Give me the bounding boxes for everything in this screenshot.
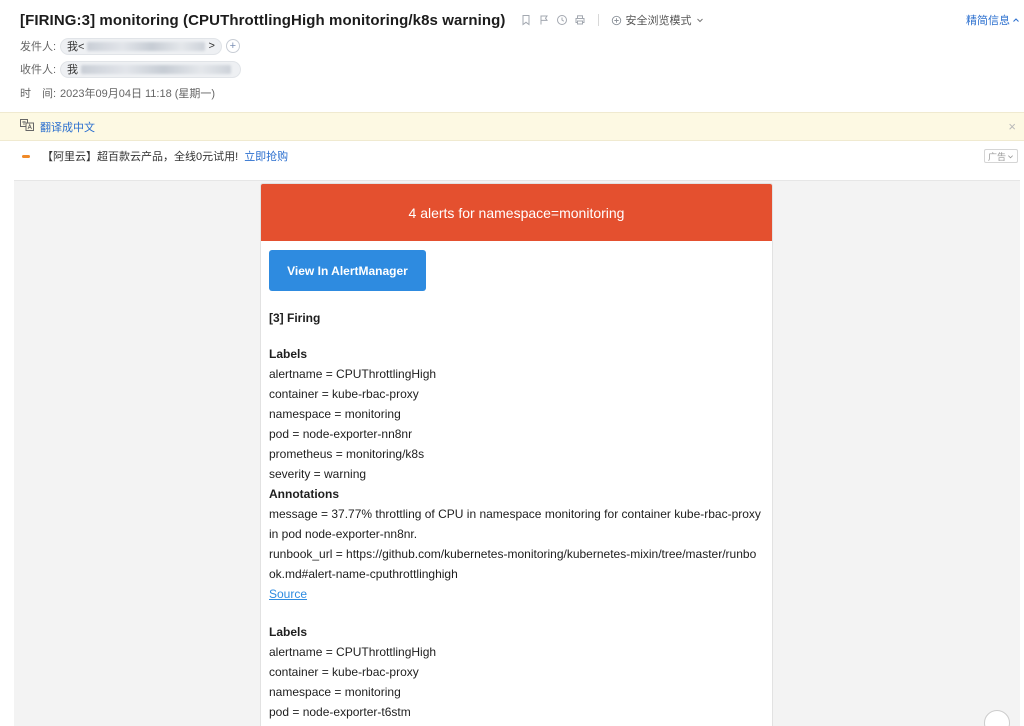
source-link[interactable]: Source [269,587,307,601]
annotation-runbook-url: runbook_url = https://github.com/kuberne… [269,547,757,581]
recipient-chip[interactable]: 我 [60,60,241,78]
recipient-label: 收件人: [20,64,57,76]
safe-browse-label: 安全浏览模式 [625,15,692,27]
sender-chip[interactable]: 我< > [60,37,222,55]
shield-icon [611,15,621,25]
divider [597,14,599,26]
recipient-address-redacted [81,64,231,74]
send-time: 2023年09月04日 11:18 (星期一) [60,88,216,100]
labels-title: Labels [269,625,308,639]
ad-text: 【阿里云】超百款云产品，全线0元试用! [42,151,239,163]
mail-body: 4 alerts for namespace=monitoring View I… [14,180,1020,726]
time-label: 时 间: [20,88,57,100]
sender-suffix: > [208,40,215,52]
firing-title: [3] Firing [269,311,321,325]
label-line: alertname = CPUThrottlingHigh [269,645,437,659]
alert-content: [3] Firing Labels alertname = CPUThrottl… [269,308,762,722]
alert-banner: 4 alerts for namespace=monitoring [261,184,772,241]
sender-address-redacted [87,41,206,51]
annotation-message: message = 37.77% throttling of CPU in na… [269,507,761,541]
translate-icon [20,118,34,136]
time-row: 时 间: 2023年09月04日 11:18 (星期一) [20,84,215,102]
clock-icon[interactable] [556,14,568,26]
ad-link[interactable]: 立即抢购 [244,148,288,164]
brief-info-toggle[interactable]: 精简信息 [966,12,1020,28]
safe-browse-toggle[interactable]: 安全浏览模式 [611,12,704,28]
close-icon[interactable]: × [1008,119,1016,134]
mail-subject: [FIRING:3] monitoring (CPUThrottlingHigh… [20,11,506,29]
subject-actions: 安全浏览模式 [520,12,704,28]
recipient-prefix: 我 [67,64,78,76]
flag-icon[interactable] [538,14,550,26]
ad-tag-label: 广告 [987,151,1006,162]
sender-label: 发件人: [20,41,57,53]
chevron-down-icon [696,18,703,23]
label-line: container = kube-rbac-proxy [269,665,419,679]
labels-title: Labels [269,347,308,361]
view-in-alertmanager-button[interactable]: View In AlertManager [269,250,426,291]
sender-prefix: 我< [67,41,85,53]
annotations-title: Annotations [269,487,339,501]
label-line: severity = warning [269,467,367,481]
scroll-top-button[interactable] [984,710,1010,726]
label-line: alertname = CPUThrottlingHigh [269,367,437,381]
label-line: namespace = monitoring [269,685,401,699]
label-line: pod = node-exporter-nn8nr [269,427,413,441]
label-line: container = kube-rbac-proxy [269,387,419,401]
ad-tag[interactable]: 广告 [983,149,1018,163]
translate-link[interactable]: 翻译成中文 [40,119,95,135]
brief-info-label: 精简信息 [966,15,1010,27]
subject-row: [FIRING:3] monitoring (CPUThrottlingHigh… [20,9,1024,31]
translate-bar: 翻译成中文 × [0,112,1024,141]
print-icon[interactable] [574,14,586,26]
add-contact-icon[interactable]: + [225,39,240,53]
label-line: pod = node-exporter-t6stm [269,705,411,719]
label-line: prometheus = monitoring/k8s [269,447,425,461]
chevron-down-icon [1008,154,1013,158]
mail-header: [FIRING:3] monitoring (CPUThrottlingHigh… [0,0,1024,110]
ad-bar: 【阿里云】超百款云产品，全线0元试用! 立即抢购 广告 [0,142,1024,170]
alert-email-card: 4 alerts for namespace=monitoring View I… [260,183,773,726]
aliyun-logo-icon [22,154,30,158]
recipient-row: 收件人: 我 [20,60,241,78]
chevron-up-icon [1013,18,1019,22]
bookmark-icon[interactable] [520,14,532,26]
label-line: namespace = monitoring [269,407,401,421]
sender-row: 发件人: 我< > + [20,37,240,55]
